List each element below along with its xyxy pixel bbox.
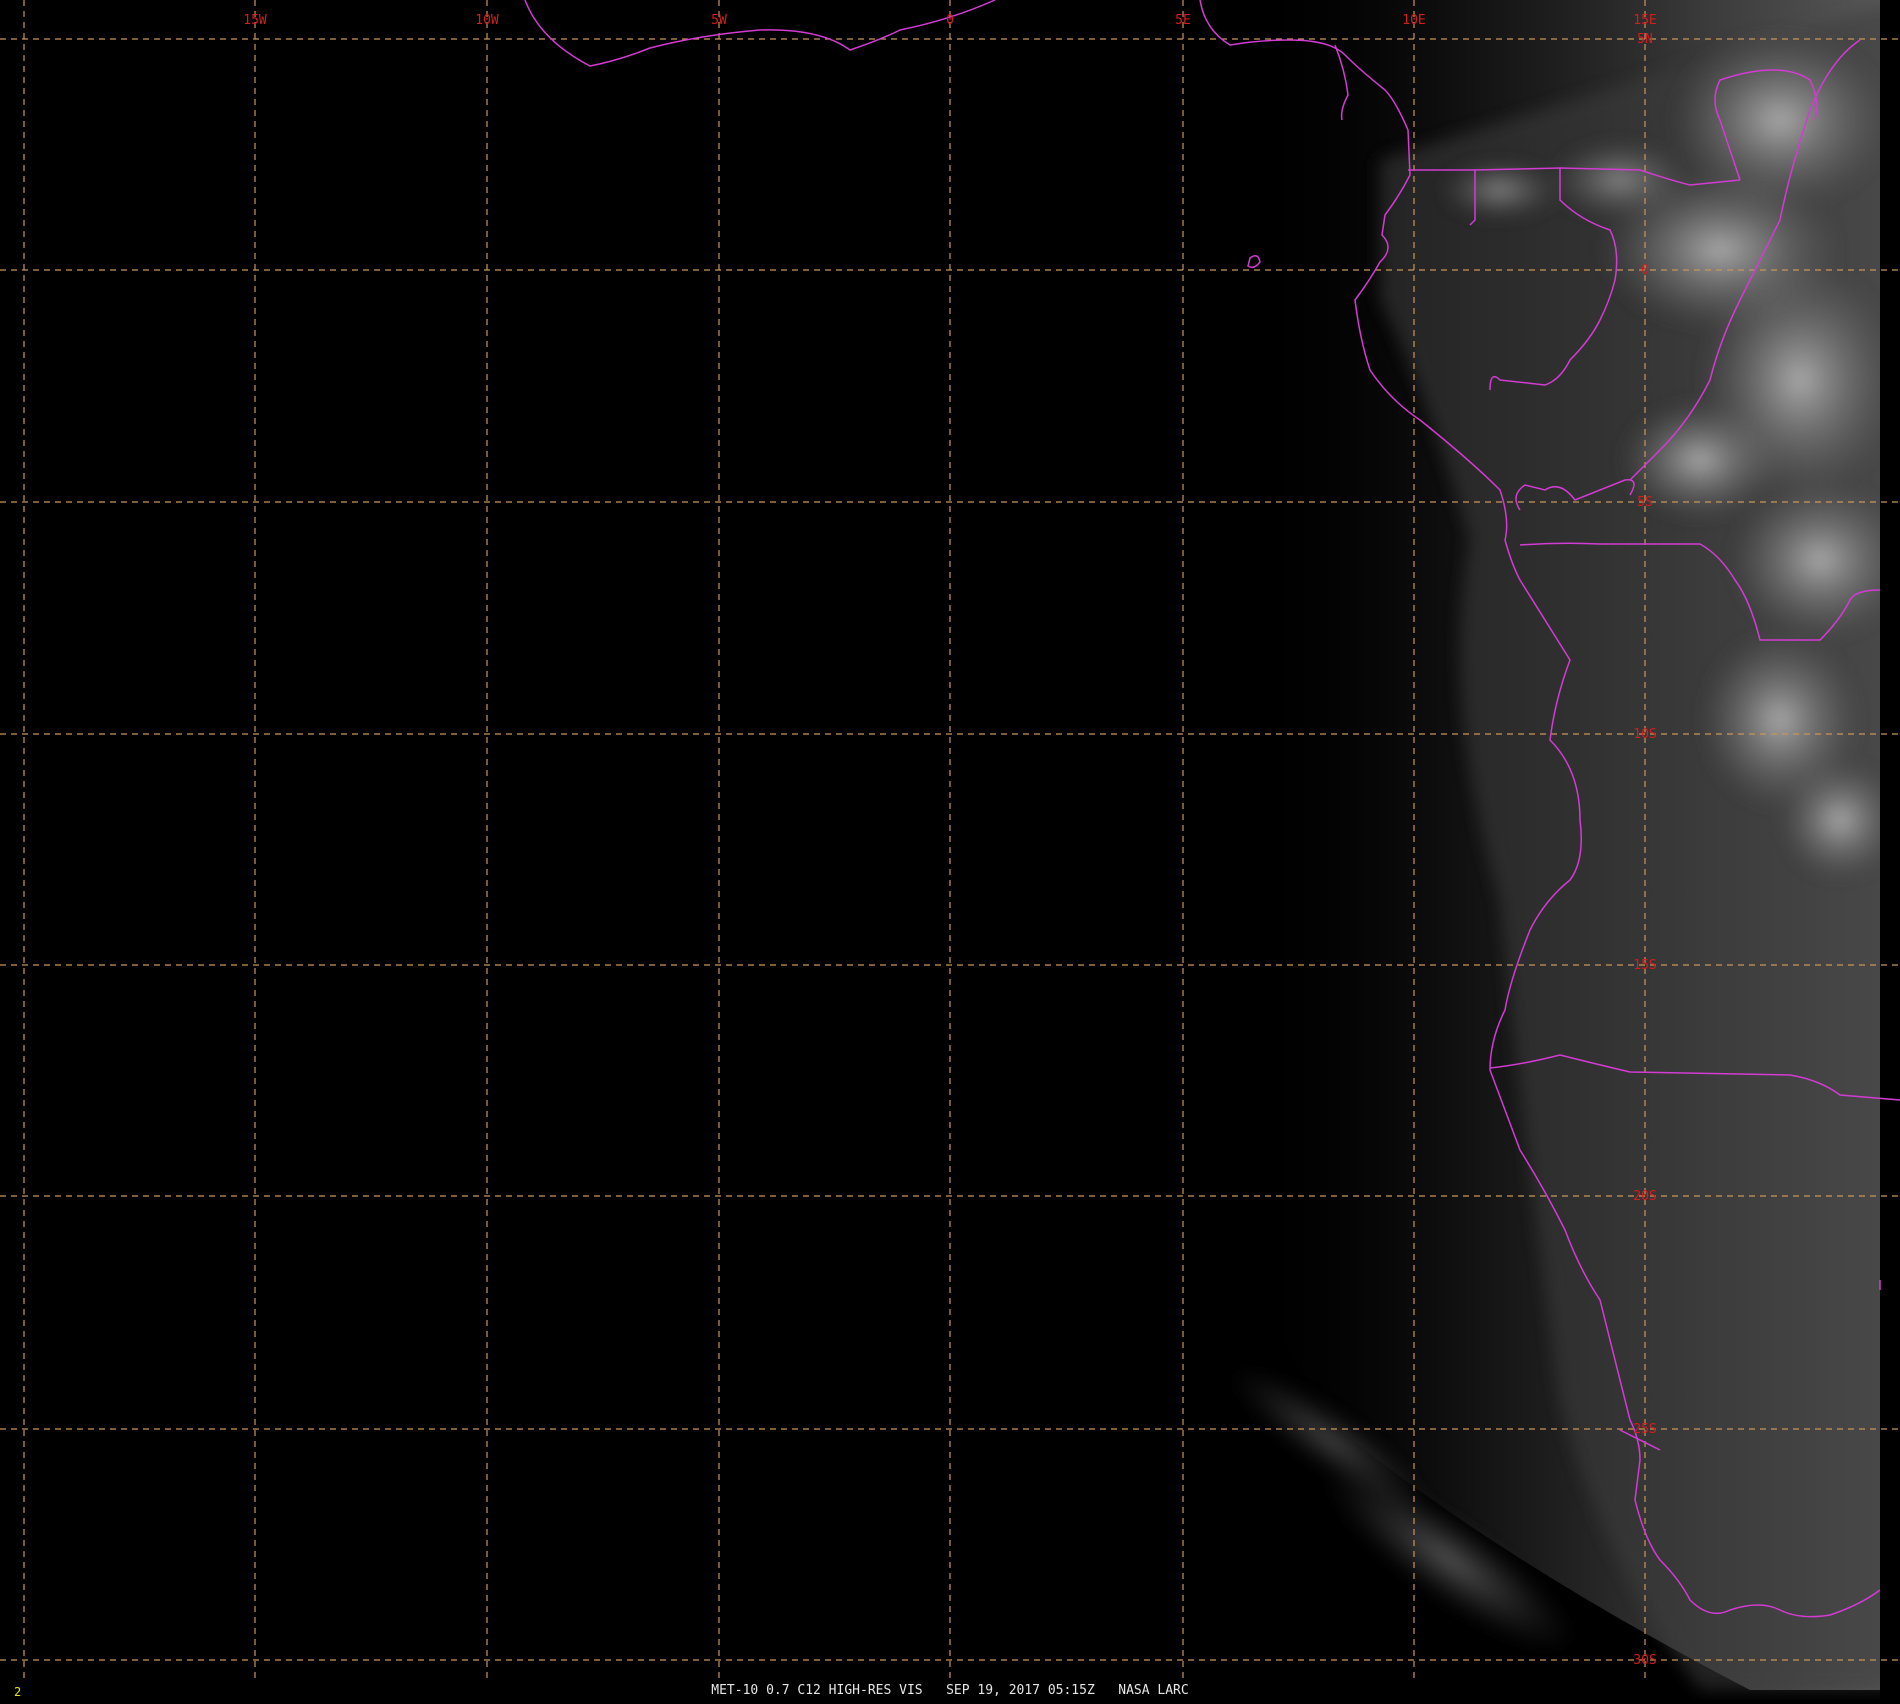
- latitude-label: 20S: [1633, 1189, 1656, 1204]
- longitude-label: 15E: [1633, 13, 1656, 28]
- satellite-image-viewer: 15W 10W 5W 0 5E 10E 15E 5N 0 5S 10S 15S 20S 25S 30S M…: [0, 0, 1900, 1700]
- latitude-label: 25S: [1633, 1422, 1656, 1437]
- longitude-label: 10E: [1402, 13, 1425, 28]
- latitude-label: 5S: [1637, 495, 1653, 510]
- latitude-label: 10S: [1633, 727, 1656, 742]
- frame-number: 2: [14, 1685, 21, 1699]
- latitude-label: 30S: [1633, 1653, 1656, 1668]
- latitude-label: 5N: [1637, 32, 1653, 47]
- longitude-label: 5W: [711, 13, 727, 28]
- image-right-edge-fill: [1880, 0, 1900, 1700]
- longitude-label: 10W: [475, 13, 499, 28]
- longitude-label: 0: [946, 13, 954, 28]
- satellite-imagery: [1230, 0, 1900, 1700]
- latitude-label: 0: [1641, 263, 1649, 278]
- longitude-label: 5E: [1175, 13, 1191, 28]
- satellite-map: 15W 10W 5W 0 5E 10E 15E 5N 0 5S 10S 15S 20S 25S 30S M…: [0, 0, 1900, 1700]
- longitude-label: 15W: [243, 13, 267, 28]
- image-caption: MET-10 0.7 C12 HIGH-RES VIS SEP 19, 2017…: [711, 1683, 1188, 1698]
- latitude-label: 15S: [1633, 958, 1656, 973]
